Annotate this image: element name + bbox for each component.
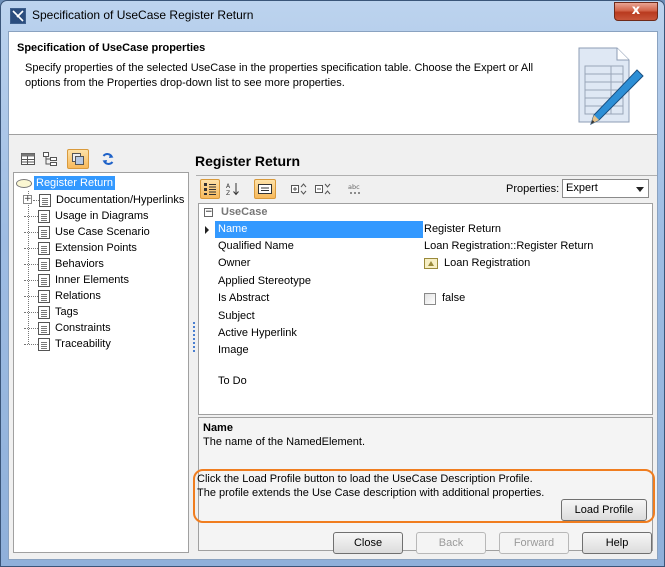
tree-view-button[interactable] [41, 150, 59, 168]
page-icon [38, 209, 50, 223]
property-group-usecase[interactable]: − UseCase [199, 204, 652, 220]
tree-item-constraints[interactable]: Constraints [24, 320, 111, 336]
page-icon [38, 241, 50, 255]
dropdown-arrow-icon [636, 187, 644, 192]
refresh-icon [102, 153, 114, 165]
divider [196, 175, 657, 176]
header-title: Specification of UseCase properties [17, 42, 206, 54]
dialog-client: Specification of UseCase properties Spec… [8, 31, 658, 560]
navigation-tree: Register Return + Documentation/Hyperlin… [13, 172, 189, 553]
table-icon [21, 153, 35, 165]
page-icon [38, 225, 50, 239]
description-text: The name of the NamedElement. [203, 436, 366, 448]
tree-item-relations[interactable]: Relations [24, 288, 101, 304]
property-row-qualified-name[interactable]: Qualified Name Loan Registration::Regist… [199, 238, 652, 255]
refresh-button[interactable] [99, 150, 117, 168]
list-view-button[interactable] [19, 150, 37, 168]
show-all-button[interactable] [67, 149, 89, 169]
expand-plus-icon[interactable]: + [23, 195, 32, 204]
navigation-panel: Register Return + Documentation/Hyperlin… [13, 145, 189, 553]
property-row-name[interactable]: Name Register Return [199, 221, 652, 238]
svg-text:abc: abc [348, 183, 360, 191]
help-button[interactable]: Help [582, 532, 652, 554]
collapse-minus-icon[interactable]: − [204, 207, 213, 217]
abc-icon: abc [348, 183, 360, 194]
properties-table: − UseCase Name Register Return Qualified… [198, 203, 653, 415]
page-icon [38, 337, 50, 351]
navigation-toolbar [13, 145, 189, 172]
sort-alphabetically-button[interactable]: AZ [224, 180, 242, 198]
tree-item-tags[interactable]: Tags [24, 304, 78, 320]
forward-button[interactable]: Forward [499, 532, 569, 554]
spec-document-pencil-icon [567, 40, 647, 130]
tree-item-behaviors[interactable]: Behaviors [24, 256, 104, 272]
group-label: UseCase [221, 206, 268, 218]
page-icon [38, 289, 50, 303]
title-bar: Specification of UseCase Register Return… [1, 1, 664, 31]
properties-mode-label: Properties: [506, 183, 560, 195]
expand-all-icon [291, 183, 307, 195]
page-icon [38, 273, 50, 287]
collapse-all-icon [315, 183, 331, 195]
load-profile-message: Click the Load Profile button to load th… [197, 473, 545, 499]
properties-mode-dropdown[interactable]: Expert [562, 179, 649, 198]
property-row-to-do[interactable]: To Do [199, 373, 652, 390]
property-row-owner[interactable]: Owner Loan Registration [199, 255, 652, 272]
tree-item-inner-elements[interactable]: Inner Elements [24, 272, 129, 288]
tree-root-label: Register Return [34, 176, 116, 190]
is-abstract-value: false [442, 292, 466, 304]
window-close-button[interactable]: x [614, 2, 658, 21]
load-profile-button[interactable]: Load Profile [561, 499, 647, 521]
tree-item-documentation-hyperlinks[interactable]: + Documentation/Hyperlinks [23, 192, 184, 208]
page-icon [38, 321, 50, 335]
package-icon [424, 258, 438, 269]
tree-item-use-case-scenario[interactable]: Use Case Scenario [24, 224, 150, 240]
description-title: Name [203, 422, 233, 434]
categorized-view-button[interactable] [200, 179, 220, 199]
property-row-subject[interactable]: Subject [199, 308, 652, 325]
element-title: Register Return [195, 153, 301, 169]
property-row-image[interactable]: Image [199, 342, 652, 359]
usecase-oval-icon [16, 178, 32, 188]
window-title: Specification of UseCase Register Return [32, 8, 254, 22]
expand-all-button[interactable] [290, 180, 308, 198]
property-row-active-hyperlink[interactable]: Active Hyperlink [199, 325, 652, 342]
page-icon [39, 193, 51, 207]
specification-dialog: Specification of UseCase Register Return… [0, 0, 665, 567]
svg-text:A: A [226, 183, 231, 190]
row-pointer-icon [205, 226, 209, 234]
page-icon [38, 305, 50, 319]
properties-toolbar: AZ abc Properties: Expert [196, 177, 657, 203]
tree-icon [43, 152, 57, 166]
is-abstract-checkbox[interactable] [424, 292, 436, 305]
back-button[interactable]: Back [416, 532, 486, 554]
owner-value: Loan Registration [444, 257, 531, 269]
app-icon [10, 8, 26, 24]
svg-text:Z: Z [226, 190, 230, 196]
properties-mode-value: Expert [566, 182, 598, 194]
header-panel: Specification of UseCase properties Spec… [9, 32, 657, 135]
tree-item-traceability[interactable]: Traceability [24, 336, 111, 352]
sort-az-icon: AZ [226, 183, 239, 196]
show-values-button[interactable]: abc [346, 180, 364, 198]
tree-root-item[interactable]: Register Return [16, 176, 116, 190]
close-button[interactable]: Close [333, 532, 403, 554]
page-icon [38, 257, 50, 271]
categorized-icon [204, 183, 216, 195]
overlap-windows-icon [72, 153, 84, 165]
collapse-all-button[interactable] [314, 180, 332, 198]
header-description: Specify properties of the selected UseCa… [25, 62, 534, 89]
property-row-applied-stereotype[interactable]: Applied Stereotype [199, 273, 652, 290]
description-panel-icon [258, 184, 272, 194]
property-row-is-abstract[interactable]: Is Abstract false [199, 290, 652, 307]
show-description-button[interactable] [254, 179, 276, 199]
tree-item-extension-points[interactable]: Extension Points [24, 240, 137, 256]
tree-item-usage-in-diagrams[interactable]: Usage in Diagrams [24, 208, 149, 224]
